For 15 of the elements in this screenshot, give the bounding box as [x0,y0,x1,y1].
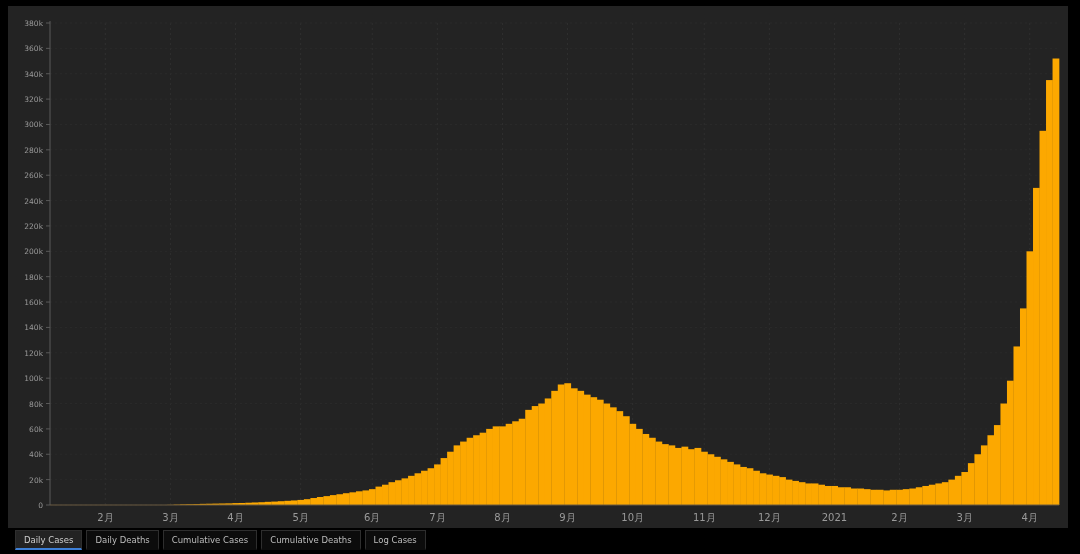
x-tick-label: 8月 [494,512,511,523]
x-tick-label: 3月 [162,512,179,523]
x-tick-label: 12月 [758,512,781,523]
x-tick-label: 2月 [97,512,114,523]
x-tick-label: 5月 [292,512,309,523]
x-tick-label: 11月 [692,512,716,523]
x-tick-label: 4月 [227,512,244,523]
x-tick-label: 3月 [956,512,973,523]
x-tick-label: 9月 [559,512,576,523]
x-tick-label: 2月 [891,512,908,523]
x-tick-label: 4月 [1021,512,1038,523]
x-tick-label: 2021 [821,512,848,523]
x-tick-label: 7月 [429,512,446,523]
x-tick-label: 10月 [621,512,644,523]
x-tick-label: 6月 [364,512,381,523]
